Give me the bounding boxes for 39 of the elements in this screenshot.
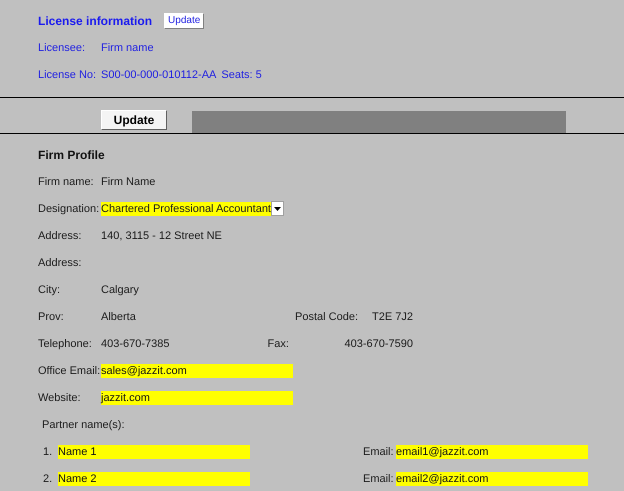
input-field[interactable]: email1@jazzit.com xyxy=(396,444,588,458)
field-label: Email: xyxy=(363,472,395,484)
field-label: City: xyxy=(38,284,61,296)
update-button[interactable]: Update xyxy=(164,12,204,28)
field-label: Office Email: xyxy=(38,364,101,376)
field-label: Email: xyxy=(363,446,395,458)
input-field[interactable]: jazzit.com xyxy=(101,390,293,404)
licensee-value: Firm name xyxy=(101,42,154,54)
field-label: Firm name: xyxy=(38,176,95,188)
field-label: Designation: xyxy=(38,202,100,214)
field-value: Alberta xyxy=(101,310,136,322)
field-label: Telephone: xyxy=(38,338,93,350)
field-label: Website: xyxy=(38,392,82,404)
list-number: 1. xyxy=(43,446,54,458)
field-label: License No: xyxy=(38,68,98,80)
field-value: 403-670-7385 xyxy=(101,338,170,350)
seats-count: Seats: 5 xyxy=(221,68,262,80)
list-number: 2. xyxy=(43,472,54,484)
input-field[interactable]: email2@jazzit.com xyxy=(396,472,588,486)
section-title: Firm Profile xyxy=(38,148,105,162)
input-field[interactable]: sales@jazzit.com xyxy=(101,364,293,378)
field-value: T2E 7J2 xyxy=(372,310,413,322)
field-value: 403-670-7590 xyxy=(344,338,413,350)
input-field[interactable]: Name 1 xyxy=(58,444,250,458)
field-label: Partner name(s): xyxy=(42,418,125,430)
field-label: Postal Code: xyxy=(295,310,360,322)
field-label: Fax: xyxy=(267,338,290,350)
input-field[interactable]: Name 2 xyxy=(58,472,250,486)
field-value: Calgary xyxy=(101,284,139,296)
license-number: S00-00-000-010112-AA xyxy=(101,68,216,80)
field-label: Address: xyxy=(38,256,82,268)
field-label: Licensee: xyxy=(38,42,86,54)
field-value: Firm Name xyxy=(101,176,156,188)
field-value: 140, 3115 - 12 Street NE xyxy=(101,230,222,242)
field-label: Address: xyxy=(38,230,82,242)
update-button[interactable]: Update xyxy=(101,110,167,130)
section-title: License information xyxy=(38,14,152,28)
caret-icon xyxy=(274,206,281,210)
field-label: Prov: xyxy=(38,310,65,322)
